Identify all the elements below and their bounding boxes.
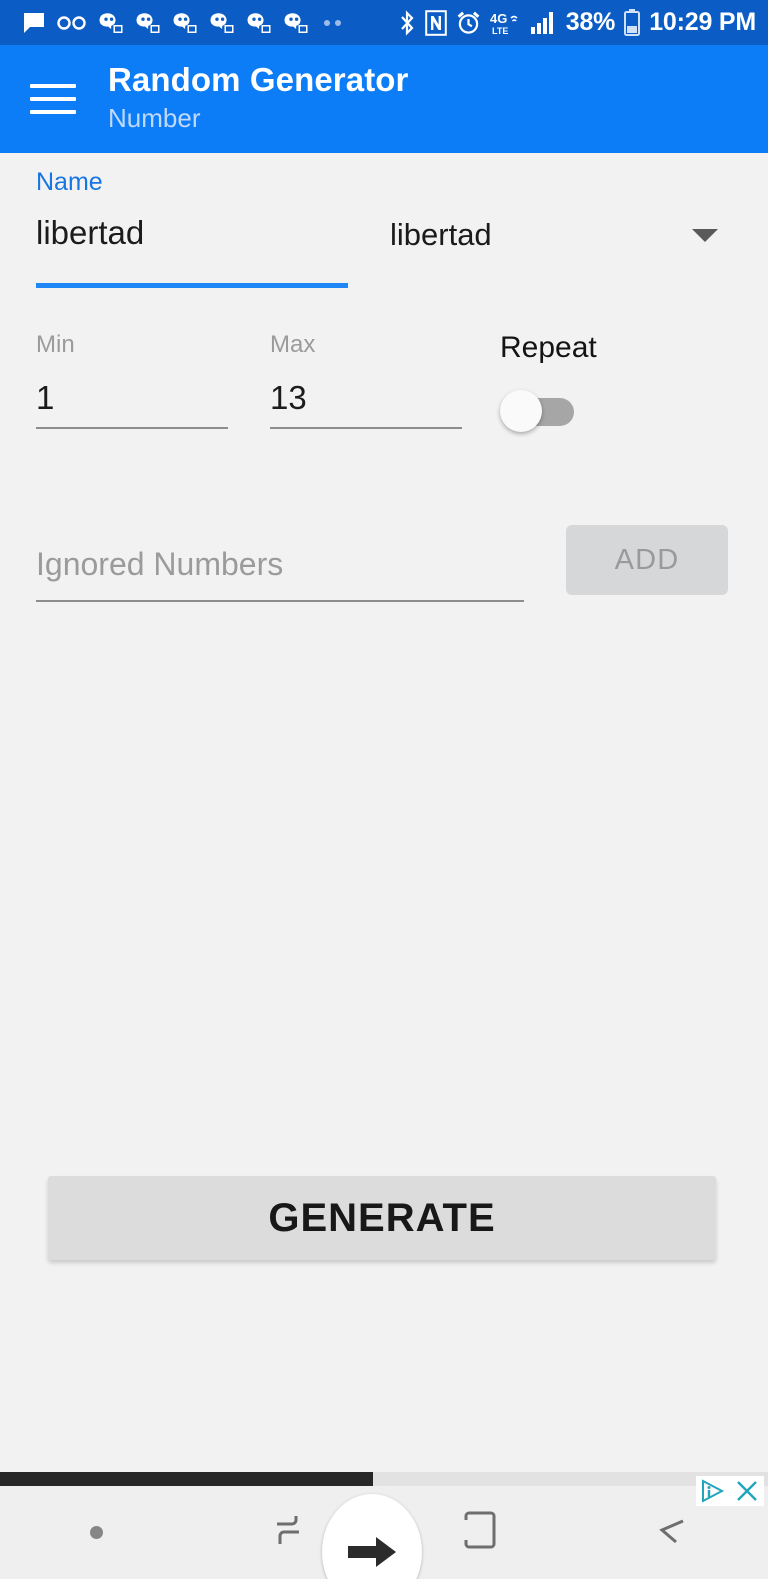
voicemail-icon [57, 10, 87, 36]
adchoices-icon[interactable] [700, 1478, 726, 1504]
min-input-underline [36, 427, 228, 429]
phone-screen: 4G LTE 38% 10:29 PM Random Generator Num… [0, 0, 768, 1579]
discord-icon-5 [246, 10, 272, 36]
min-input[interactable]: 1 [36, 379, 228, 418]
name-row: Name libertad libertad [0, 170, 768, 290]
status-bar-system-icons: 4G LTE 38% 10:29 PM [398, 8, 756, 37]
generate-button[interactable]: GENERATE [48, 1176, 716, 1260]
ignored-numbers-input[interactable]: Ignored Numbers [36, 546, 524, 582]
home-icon [460, 1508, 500, 1557]
preset-dropdown-value: libertad [390, 217, 492, 252]
app-bar: Random Generator Number [0, 45, 768, 153]
discord-icon-6 [283, 10, 309, 36]
min-field[interactable]: Min 1 [36, 333, 228, 429]
preset-dropdown[interactable]: libertad [390, 217, 730, 253]
status-bar-clock: 10:29 PM [649, 8, 756, 36]
close-icon[interactable] [734, 1478, 760, 1504]
add-button[interactable]: ADD [566, 525, 728, 595]
message-icon [22, 10, 46, 36]
ignored-numbers-underline [36, 600, 524, 603]
app-title: Random Generator [108, 61, 409, 99]
status-bar-notification-icons [22, 10, 345, 36]
more-notifications-dots-icon [320, 19, 345, 26]
max-field-label: Max [270, 331, 316, 358]
back-arrow-icon [651, 1509, 693, 1556]
discord-icon-2 [135, 10, 161, 36]
dot-icon [89, 1526, 103, 1539]
max-input[interactable]: 13 [270, 379, 462, 418]
app-subtitle: Number [108, 103, 201, 134]
nav-dot-indicator[interactable] [0, 1486, 192, 1579]
ignored-numbers-field[interactable]: Ignored Numbers [36, 546, 524, 603]
name-input-underline [36, 283, 348, 288]
network-4g-lte-icon: 4G LTE [490, 10, 522, 36]
repeat-control: Repeat [500, 331, 597, 432]
repeat-toggle[interactable] [500, 390, 574, 432]
discord-icon-4 [209, 10, 235, 36]
hamburger-menu-icon[interactable] [30, 81, 76, 117]
svg-text:LTE: LTE [492, 26, 508, 36]
max-input-underline [270, 427, 462, 429]
battery-icon [624, 9, 641, 36]
bluetooth-icon [398, 9, 416, 36]
discord-icon-1 [98, 10, 124, 36]
app-bar-titles: Random Generator Number [108, 61, 409, 134]
min-field-label: Min [36, 331, 75, 358]
status-bar: 4G LTE 38% 10:29 PM [0, 0, 768, 45]
nfc-icon [424, 9, 447, 36]
main-content: Name libertad libertad Min 1 Max 13 Repe… [0, 153, 768, 1579]
chevron-down-icon [692, 228, 718, 242]
repeat-toggle-thumb [500, 390, 542, 432]
name-field[interactable]: Name libertad [36, 170, 348, 251]
name-input[interactable]: libertad [36, 214, 348, 251]
recents-icon [267, 1509, 309, 1556]
repeat-label: Repeat [500, 331, 597, 364]
name-field-label: Name [36, 168, 103, 196]
max-field[interactable]: Max 13 [270, 333, 462, 429]
alarm-icon [456, 10, 481, 36]
discord-icon-3 [172, 10, 198, 36]
battery-percent-label: 38% [565, 8, 616, 36]
svg-text:4G: 4G [490, 11, 507, 26]
signal-bars-icon [530, 10, 557, 36]
ad-badges [696, 1476, 764, 1506]
